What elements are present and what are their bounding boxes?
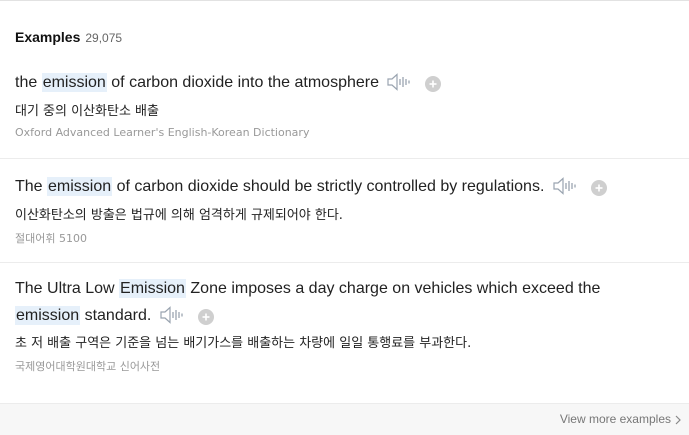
divider <box>0 262 689 263</box>
view-more-label: View more examples <box>559 412 671 426</box>
sentence-text: of carbon dioxide into the atmosphere <box>106 74 379 91</box>
highlighted-keyword: emission <box>15 306 81 325</box>
sentence-text: of carbon dioxide should be strictly con… <box>112 178 545 195</box>
example-sentence: The Ultra Low Emission Zone imposes a da… <box>15 275 649 329</box>
add-to-wordbook-icon[interactable] <box>425 74 442 92</box>
highlighted-keyword: Emission <box>119 279 186 298</box>
sentence-text: The Ultra Low <box>15 280 120 297</box>
example-sentence: The emission of carbon dioxide should be… <box>15 173 649 200</box>
speaker-icon[interactable] <box>387 72 411 91</box>
examples-header: Examples 29,075 <box>15 29 122 47</box>
example-translation: 대기 중의 이산화탄소 배출 <box>15 104 159 119</box>
example-source[interactable]: 절대어휘 5100 <box>15 230 87 246</box>
examples-title: Examples <box>15 29 81 45</box>
sentence-text: The <box>15 178 48 195</box>
sentence-text: the <box>15 74 42 91</box>
highlighted-keyword: emission <box>41 73 107 92</box>
highlighted-keyword: emission <box>47 177 113 196</box>
view-more-examples-link[interactable]: View more examples <box>560 412 681 426</box>
example-source[interactable]: 국제영어대학원대학교 신어사전 <box>15 358 160 374</box>
divider <box>0 158 689 159</box>
add-to-wordbook-icon[interactable] <box>590 178 607 196</box>
example-translation: 초 저 배출 구역은 기준을 넘는 배기가스를 배출하는 차량에 일일 통행료를… <box>15 336 472 351</box>
example-translation: 이산화탄소의 방출은 법규에 의해 엄격하게 규제되어야 한다. <box>15 208 343 223</box>
add-to-wordbook-icon[interactable] <box>197 307 214 325</box>
examples-count: 29,075 <box>85 31 123 45</box>
sentence-text: standard. <box>80 307 152 324</box>
example-sentence: the emission of carbon dioxide into the … <box>15 69 649 96</box>
speaker-icon[interactable] <box>553 176 577 195</box>
sentence-text: Zone imposes a day charge on vehicles wh… <box>185 280 601 297</box>
examples-footer: View more examples <box>0 403 689 435</box>
speaker-icon[interactable] <box>160 305 184 324</box>
chevron-right-icon <box>675 414 681 425</box>
example-source[interactable]: Oxford Advanced Learner's English-Korean… <box>15 126 309 139</box>
top-border <box>0 0 689 1</box>
